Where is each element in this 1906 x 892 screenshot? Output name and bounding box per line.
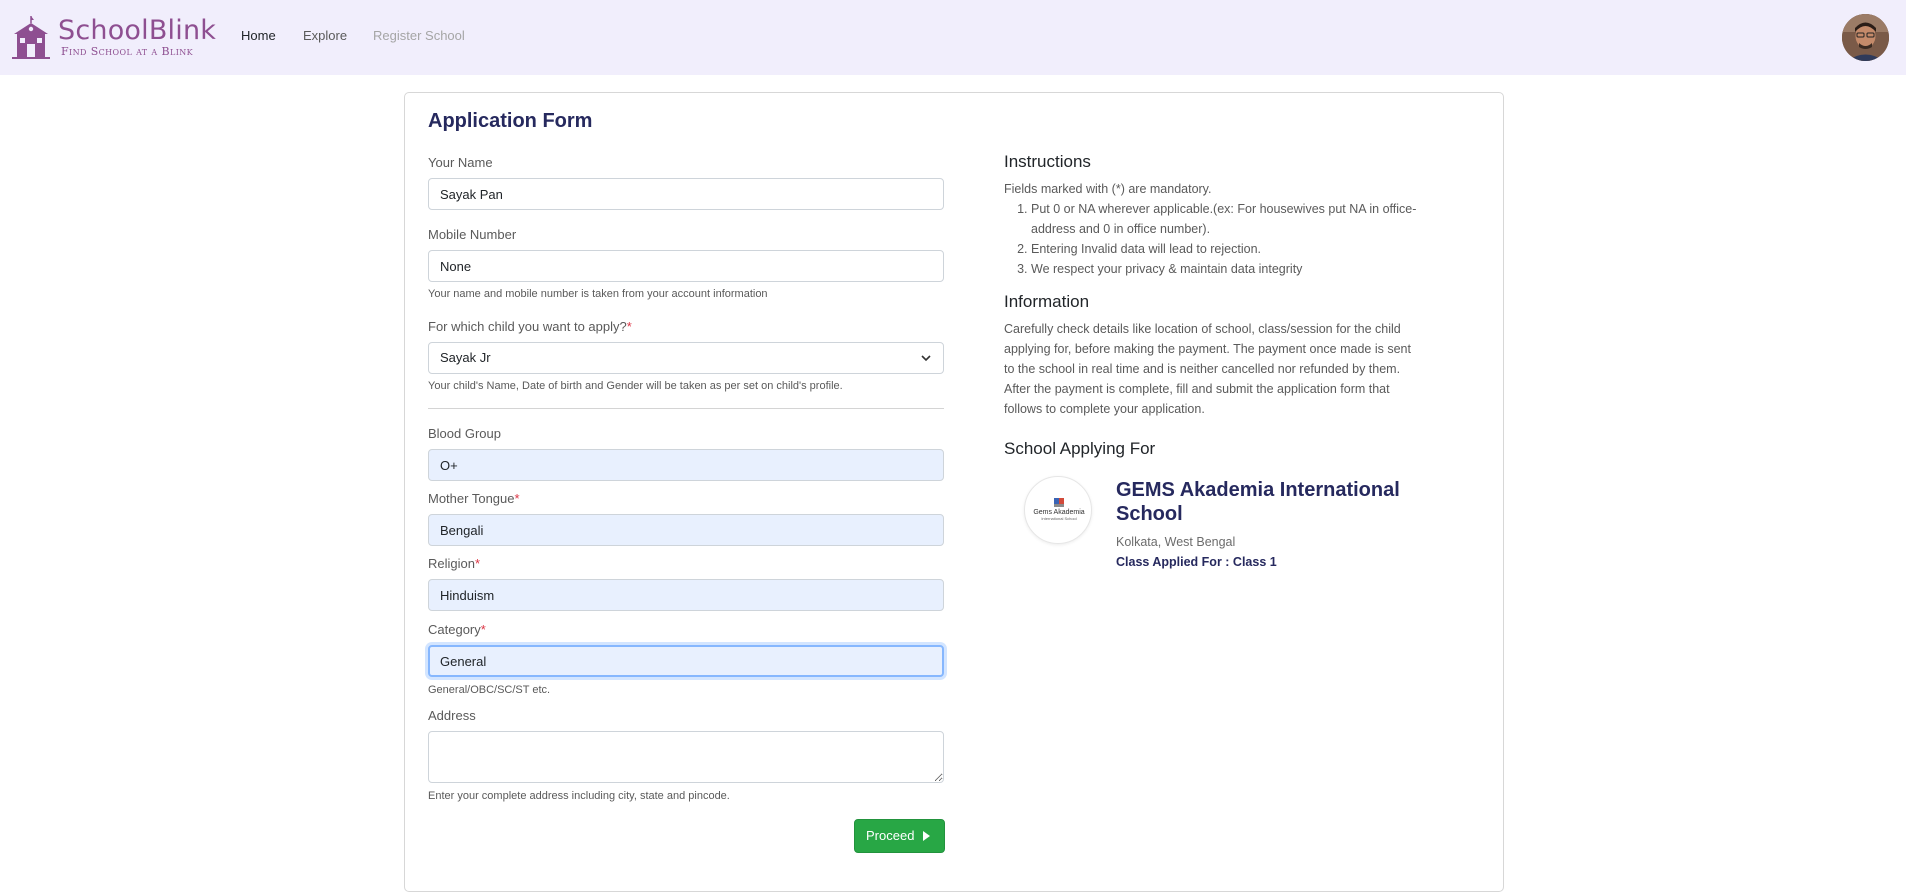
religion-label: Religion* <box>428 556 480 572</box>
instruction-item: We respect your privacy & maintain data … <box>1031 259 1424 279</box>
instruction-item: Entering Invalid data will lead to rejec… <box>1031 239 1424 259</box>
form-divider <box>428 408 944 409</box>
information-text: Carefully check details like location of… <box>1004 322 1411 416</box>
instruction-item: Put 0 or NA wherever applicable.(ex: For… <box>1031 199 1424 239</box>
mobile-input[interactable] <box>428 250 944 282</box>
user-avatar[interactable] <box>1842 14 1889 61</box>
school-location: Kolkata, West Bengal <box>1116 535 1236 549</box>
category-help-text: General/OBC/SC/ST etc. <box>428 684 551 696</box>
avatar-image <box>1842 14 1889 61</box>
blood-group-label: Blood Group <box>428 426 501 441</box>
category-label: Category* <box>428 622 486 638</box>
information-heading: Information <box>1004 292 1090 311</box>
category-label-text: Category <box>428 622 481 637</box>
school-name: GEMS Akademia International School <box>1116 479 1400 525</box>
application-form-card: Application Form Your Name Mobile Number… <box>404 92 1504 892</box>
school-logo-text-line2: International School <box>1041 516 1076 521</box>
school-applying-heading: School Applying For <box>1004 439 1156 458</box>
required-marker: * <box>474 556 481 571</box>
nav-register-school-link[interactable]: Register School <box>373 27 465 45</box>
class-applied-for: Class Applied For : Class 1 <box>1116 555 1277 569</box>
child-label-text: For which child you want to apply? <box>428 319 627 334</box>
nav-explore-link[interactable]: Explore <box>303 27 347 45</box>
brand-name: SchoolBlink <box>58 15 217 46</box>
required-marker: * <box>480 622 486 637</box>
child-select-value: Sayak Jr <box>440 350 491 365</box>
blood-group-input[interactable] <box>428 449 944 481</box>
instructions-heading: Instructions <box>1004 152 1091 171</box>
child-select-label: For which child you want to apply?* <box>428 319 632 335</box>
religion-input[interactable] <box>428 579 944 611</box>
proceed-button[interactable]: Proceed <box>854 819 945 853</box>
school-logo-text-line1: Gems Akademia <box>1033 509 1084 516</box>
child-select[interactable]: Sayak Jr <box>428 342 944 374</box>
required-marker: * <box>514 491 520 506</box>
address-textarea[interactable] <box>428 731 944 783</box>
brand-tagline: Find School at a Blink <box>61 45 194 58</box>
chevron-down-icon <box>921 355 931 362</box>
instructions-list: Put 0 or NA wherever applicable.(ex: For… <box>1004 199 1424 279</box>
instructions-intro: Fields marked with (*) are mandatory. <box>1004 182 1212 196</box>
school-crest-icon: Gems Akademia International School <box>1033 498 1085 521</box>
account-help-text: Your name and mobile number is taken fro… <box>428 288 768 300</box>
nav-home-link[interactable]: Home <box>241 27 276 45</box>
form-title: Application Form <box>428 110 593 132</box>
name-label: Your Name <box>428 155 493 170</box>
mother-tongue-label: Mother Tongue* <box>428 491 520 507</box>
mother-tongue-label-text: Mother Tongue <box>428 491 515 506</box>
address-label: Address <box>428 708 476 723</box>
brand-logo-link[interactable]: SchoolBlink Find School at a Blink <box>10 14 217 62</box>
school-logo: Gems Akademia International School <box>1024 476 1092 544</box>
category-input[interactable] <box>428 645 944 677</box>
proceed-button-label: Proceed <box>866 828 915 843</box>
religion-label-text: Religion <box>428 556 475 571</box>
name-input[interactable] <box>428 178 944 210</box>
address-help-text: Enter your complete address including ci… <box>428 790 730 802</box>
school-house-icon <box>12 16 50 59</box>
mother-tongue-input[interactable] <box>428 514 944 546</box>
required-marker: * <box>626 319 632 334</box>
child-help-text: Your child's Name, Date of birth and Gen… <box>428 380 843 392</box>
top-navbar: SchoolBlink Find School at a Blink Home … <box>0 0 1906 75</box>
caret-right-icon <box>923 831 930 841</box>
mobile-label: Mobile Number <box>428 227 517 242</box>
